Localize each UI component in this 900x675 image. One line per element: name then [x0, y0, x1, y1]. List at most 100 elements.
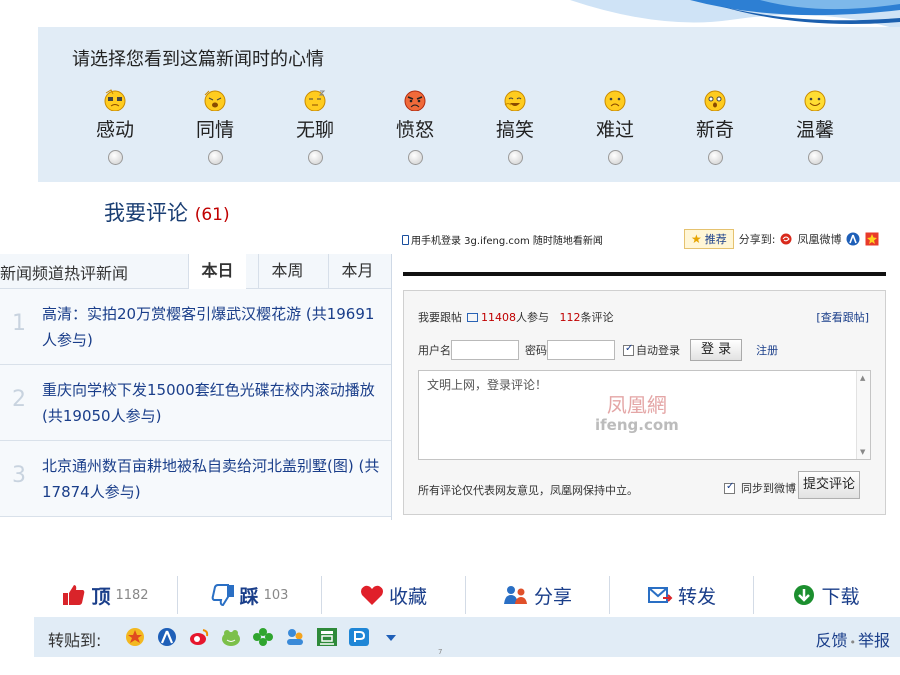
tab-month[interactable]: 本月	[328, 254, 386, 289]
upvote-button[interactable]: 顶 1182	[34, 576, 178, 614]
sync-weibo-checkbox[interactable]	[724, 481, 735, 494]
forward-label: 转发	[677, 585, 716, 608]
mood-radio[interactable]	[507, 150, 523, 165]
douban-icon[interactable]	[316, 627, 338, 647]
mood-option-sympathy[interactable]: 同情	[180, 89, 250, 165]
mood-label: 搞笑	[495, 119, 534, 141]
hot-news-link[interactable]: 高清：实拍20万赏樱客引爆武汉樱花游 (共19691人参与)	[42, 301, 382, 353]
scroll-down-icon[interactable]: ▼	[860, 448, 865, 456]
mood-label: 愤怒	[395, 119, 434, 141]
more-arrow-icon[interactable]	[380, 627, 402, 647]
recommend-button[interactable]: ★ 推荐	[684, 229, 734, 249]
list-item: 2 重庆向学校下发15000套红色光碟在校内滚动播放 (共19050人参与)	[0, 365, 391, 441]
login-button[interactable]: 登 录	[690, 339, 743, 361]
mood-option-sad[interactable]: 难过	[580, 89, 650, 165]
rank-number: 3	[12, 463, 26, 488]
share-people-icon	[503, 586, 527, 604]
upvote-label: 顶	[91, 585, 111, 608]
mood-option-funny[interactable]: 搞笑	[480, 89, 550, 165]
sad-face-icon	[604, 90, 626, 111]
mood-label: 感动	[95, 119, 134, 141]
mood-option-warm[interactable]: 温馨	[780, 89, 850, 165]
sina-weibo-icon[interactable]	[188, 627, 210, 647]
mood-label: 无聊	[295, 119, 334, 141]
mood-option-novel[interactable]: 新奇	[680, 89, 750, 165]
divider-bar	[403, 272, 886, 276]
kaixin-icon[interactable]	[220, 627, 242, 647]
clover-icon[interactable]	[252, 627, 274, 647]
tab-week[interactable]: 本周	[258, 254, 316, 289]
mood-radio[interactable]	[607, 150, 623, 165]
mood-option-moved[interactable]: 感动	[80, 89, 150, 165]
mood-option-bored[interactable]: 无聊	[280, 89, 350, 165]
mood-option-angry[interactable]: 愤怒	[380, 89, 450, 165]
forward-mail-icon	[647, 587, 673, 603]
separator-dot: •	[849, 636, 856, 649]
register-link[interactable]: 注册	[756, 342, 778, 358]
renren-share-icon[interactable]	[846, 232, 860, 246]
document-icon	[467, 313, 478, 322]
report-link[interactable]: 举报	[858, 631, 890, 650]
feedback-link[interactable]: 反馈	[815, 631, 847, 650]
favorite-label: 收藏	[388, 585, 427, 608]
textarea-scrollbar[interactable]: ▲ ▼	[856, 371, 870, 459]
mood-label: 难过	[595, 119, 634, 141]
share-to-label: 分享到:	[738, 233, 776, 246]
recommend-label: 推荐	[704, 233, 727, 246]
disclaimer-text: 所有评论仅代表网友意见，凤凰网保持中立。	[418, 484, 638, 497]
pengyou-icon[interactable]	[348, 627, 370, 647]
comment-count: (61)	[194, 205, 230, 225]
laughing-face-icon	[504, 90, 526, 111]
download-button[interactable]: 下载	[754, 576, 898, 614]
ifeng-weibo-icon[interactable]	[780, 233, 792, 245]
share-label: 分享	[533, 585, 572, 608]
angry-face-icon	[404, 90, 426, 111]
mobile-login-link[interactable]: 用手机登录 3g.ifeng.com 随时随地看新闻	[402, 232, 603, 247]
hot-news-link[interactable]: 北京通州数百亩耕地被私自卖给河北盖别墅(图) (共17874人参与)	[42, 453, 382, 505]
favorite-button[interactable]: 收藏	[322, 576, 466, 614]
password-label: 密码	[525, 344, 547, 357]
auto-login-label: 自动登录	[636, 344, 680, 357]
ifeng-weibo-link[interactable]: 凤凰微博	[797, 231, 841, 247]
renren-icon[interactable]	[284, 627, 306, 647]
submit-comment-button[interactable]: 提交评论	[798, 471, 860, 499]
mood-radio[interactable]	[307, 150, 323, 165]
forward-button[interactable]: 转发	[610, 576, 754, 614]
hot-news-link[interactable]: 重庆向学校下发15000套红色光碟在校内滚动播放 (共19050人参与)	[42, 377, 382, 429]
phone-icon	[402, 235, 409, 245]
share-button[interactable]: 分享	[466, 576, 610, 614]
scroll-up-icon[interactable]: ▲	[860, 374, 865, 382]
mood-radio[interactable]	[807, 150, 823, 165]
baidu-icon[interactable]	[156, 627, 178, 647]
view-comments-link[interactable]: [查看跟帖]	[816, 309, 869, 325]
hot-news-list: 1 高清：实拍20万赏樱客引爆武汉樱花游 (共19691人参与) 2 重庆向学校…	[0, 289, 391, 517]
mood-label: 新奇	[695, 119, 734, 141]
moved-face-icon	[104, 89, 126, 111]
mood-radio[interactable]	[407, 150, 423, 165]
username-input[interactable]	[451, 340, 519, 360]
feedback-report: 反馈 • 举报	[815, 627, 890, 651]
mood-radio[interactable]	[107, 150, 123, 165]
sync-weibo-option[interactable]: 同步到微博	[724, 480, 796, 496]
participants-suffix: 人参与	[516, 311, 549, 324]
watermark-text: 凤凰網	[606, 393, 667, 417]
post-title: 我要跟帖	[418, 311, 462, 324]
qzone-share-icon[interactable]	[865, 232, 879, 246]
mood-radio[interactable]	[207, 150, 223, 165]
password-input[interactable]	[547, 340, 615, 360]
downvote-label: 踩	[239, 585, 259, 608]
rank-number: 1	[12, 311, 26, 336]
comment-textarea[interactable]: 文明上网，登录评论！ 凤凰網 ifeng.com ▲ ▼	[418, 370, 871, 460]
thumbs-up-icon	[63, 585, 85, 605]
surprised-face-icon	[704, 90, 726, 111]
rank-number: 2	[12, 387, 26, 412]
downvote-button[interactable]: 踩 103	[178, 576, 322, 614]
mood-radio[interactable]	[707, 150, 723, 165]
auto-login-checkbox[interactable]	[623, 343, 634, 356]
download-icon	[794, 585, 815, 605]
upvote-count: 1182	[115, 587, 149, 603]
username-label: 用户名	[418, 344, 451, 357]
tab-today[interactable]: 本日	[188, 254, 246, 290]
qzone-icon[interactable]	[124, 627, 146, 647]
comments-count: 112	[559, 311, 581, 324]
